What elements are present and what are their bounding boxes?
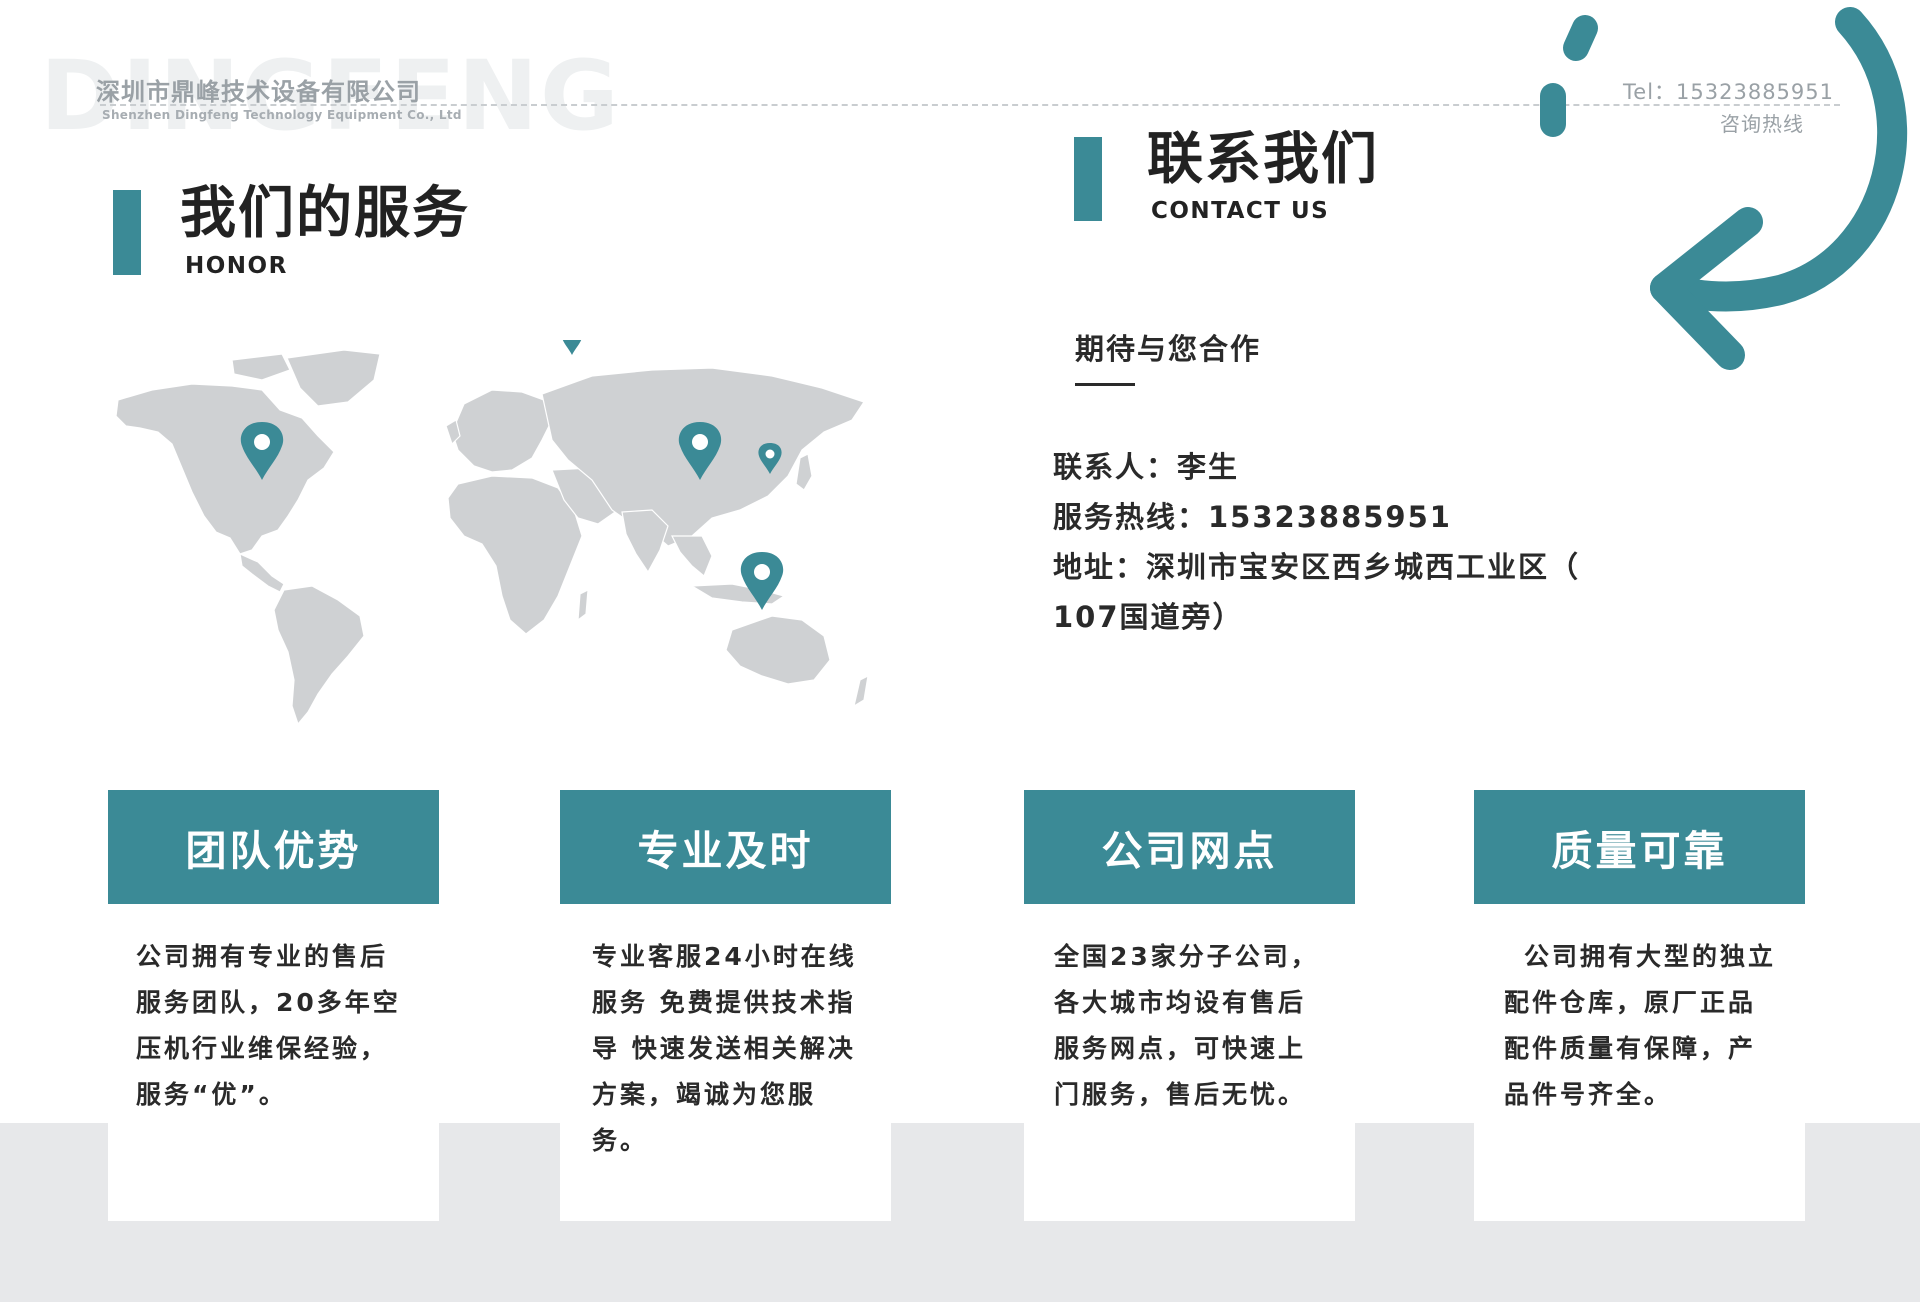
intro-underline <box>1075 383 1135 386</box>
card-title: 公司网点 <box>1024 790 1355 904</box>
card-body: 全国23家分子公司，各大城市均设有售后服务网点，可快速上门服务，售后无忧。 <box>1054 942 1319 1109</box>
contact-address-cont: 107国道旁） <box>1053 600 1244 634</box>
services-subtitle: HONOR <box>185 253 288 279</box>
services-title-bar <box>113 190 141 275</box>
contact-subtitle: CONTACT US <box>1151 198 1330 224</box>
company-name-cn: 深圳市鼎峰技术设备有限公司 <box>96 78 421 106</box>
service-card: 质量可靠 公司拥有大型的独立配件仓库，原厂正品配件质量有保障，产品件号齐全。 <box>1474 790 1805 1221</box>
contact-address: 地址：深圳市宝安区西乡城西工业区（ <box>1053 550 1581 584</box>
card-title: 团队优势 <box>108 790 439 904</box>
card-body: 专业客服24小时在线服务 免费提供技术指导 快速发送相关解决方案，竭诚为您服务。 <box>592 942 857 1155</box>
card-body: 公司拥有专业的售后服务团队，20多年空压机行业维保经验，服务“优”。 <box>136 942 401 1109</box>
service-card: 团队优势 公司拥有专业的售后服务团队，20多年空压机行业维保经验，服务“优”。 <box>108 790 439 1221</box>
location-pin-icon <box>562 340 582 355</box>
contact-title-bar <box>1074 137 1102 221</box>
contact-title: 联系我们 <box>1147 127 1379 192</box>
service-card: 公司网点 全国23家分子公司，各大城市均设有售后服务网点，可快速上门服务，售后无… <box>1024 790 1355 1221</box>
card-title: 质量可靠 <box>1474 790 1805 904</box>
services-title: 我们的服务 <box>180 181 470 246</box>
card-title: 专业及时 <box>560 790 891 904</box>
world-map <box>115 340 869 726</box>
contact-info: 联系人：李生 服务热线：15323885951 地址：深圳市宝安区西乡城西工业区… <box>1053 442 1613 642</box>
curved-arrow-icon <box>1540 7 1908 370</box>
contact-hotline: 服务热线：15323885951 <box>1053 500 1452 534</box>
contact-intro: 期待与您合作 <box>1075 332 1262 366</box>
card-body: 公司拥有大型的独立配件仓库，原厂正品配件质量有保障，产品件号齐全。 <box>1504 942 1777 1109</box>
company-name-en: Shenzhen Dingfeng Technology Equipment C… <box>102 108 462 122</box>
contact-person: 联系人：李生 <box>1053 450 1240 484</box>
service-card: 专业及时 专业客服24小时在线服务 免费提供技术指导 快速发送相关解决方案，竭诚… <box>560 790 891 1221</box>
